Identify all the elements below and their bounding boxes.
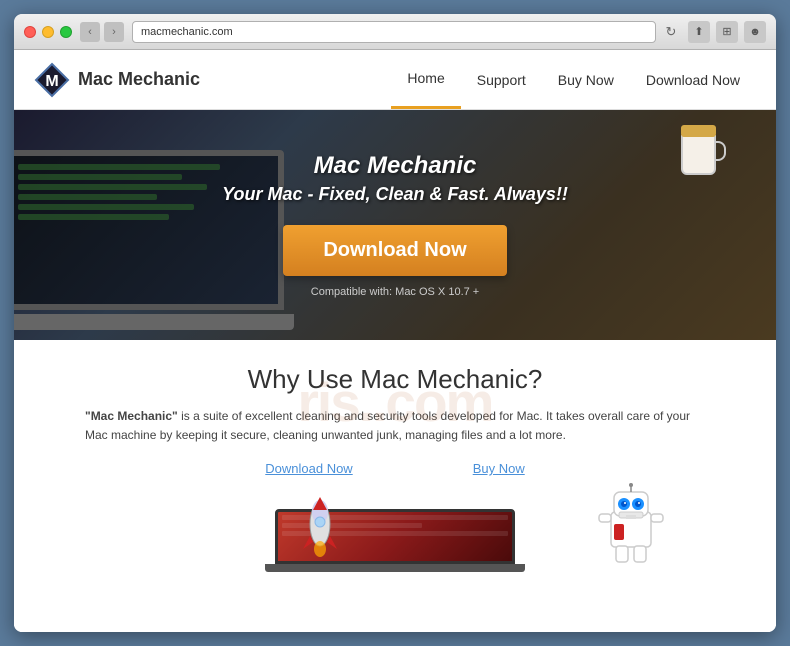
why-section: ris..com Why Use Mac Mechanic? "Mac Mech…: [14, 340, 776, 632]
webpage: M Mac Mechanic Home Support Buy Now Down…: [14, 50, 776, 632]
share-button[interactable]: ⬆: [688, 21, 710, 43]
nav-link-home[interactable]: Home: [391, 50, 460, 109]
nav-links: Home Support Buy Now Download Now: [391, 50, 756, 109]
browser-nav-buttons: ‹ ›: [80, 22, 124, 42]
why-buy-link[interactable]: Buy Now: [473, 461, 525, 476]
traffic-lights: [24, 26, 72, 38]
robot-illustration: [596, 482, 666, 572]
site-navbar: M Mac Mechanic Home Support Buy Now Down…: [14, 50, 776, 110]
hero-compatibility: Compatible with: Mac OS X 10.7 +: [222, 286, 568, 298]
logo-text: Mac Mechanic: [78, 69, 200, 90]
forward-button[interactable]: ›: [104, 22, 124, 42]
address-bar[interactable]: macmechanic.com: [132, 21, 656, 43]
bottom-illustration: [74, 492, 716, 572]
rocket-svg: [300, 494, 340, 564]
coffee-cup: [681, 125, 726, 180]
hero-section: Mac Mechanic Your Mac - Fixed, Clean & F…: [14, 110, 776, 340]
laptop-base: [14, 314, 294, 330]
maximize-button[interactable]: [60, 26, 72, 38]
address-bar-container: macmechanic.com ↻: [132, 21, 680, 43]
nav-link-download[interactable]: Download Now: [630, 50, 756, 109]
address-text: macmechanic.com: [141, 26, 233, 38]
why-download-link[interactable]: Download Now: [265, 461, 352, 476]
brand-name-strong: "Mac Mechanic": [85, 409, 178, 423]
hero-title: Mac Mechanic: [222, 152, 568, 180]
why-links: Download Now Buy Now: [74, 461, 716, 476]
nav-link-buy[interactable]: Buy Now: [542, 50, 630, 109]
bottom-base: [265, 564, 525, 572]
why-title: Why Use Mac Mechanic?: [74, 364, 716, 395]
tabs-button[interactable]: ⊞: [716, 21, 738, 43]
why-description: "Mac Mechanic" is a suite of excellent c…: [85, 407, 705, 445]
hero-content: Mac Mechanic Your Mac - Fixed, Clean & F…: [222, 152, 568, 298]
bottom-laptop: [255, 509, 535, 572]
logo-icon: M: [34, 62, 70, 98]
nav-link-support[interactable]: Support: [461, 50, 542, 109]
browser-window: ‹ › macmechanic.com ↻ ⬆ ⊞ ☻ M Mac Mecha: [14, 14, 776, 632]
robot-svg: [596, 482, 666, 572]
browser-titlebar: ‹ › macmechanic.com ↻ ⬆ ⊞ ☻: [14, 14, 776, 50]
profile-button[interactable]: ☻: [744, 21, 766, 43]
rocket-illustration: [300, 494, 340, 564]
browser-actions: ⬆ ⊞ ☻: [688, 21, 766, 43]
svg-text:M: M: [45, 73, 58, 90]
hero-subtitle: Your Mac - Fixed, Clean & Fast. Always!!: [222, 184, 568, 205]
reload-button[interactable]: ↻: [662, 23, 680, 41]
back-button[interactable]: ‹: [80, 22, 100, 42]
minimize-button[interactable]: [42, 26, 54, 38]
hero-download-button[interactable]: Download Now: [283, 225, 506, 276]
logo-area: M Mac Mechanic: [34, 62, 200, 98]
close-button[interactable]: [24, 26, 36, 38]
